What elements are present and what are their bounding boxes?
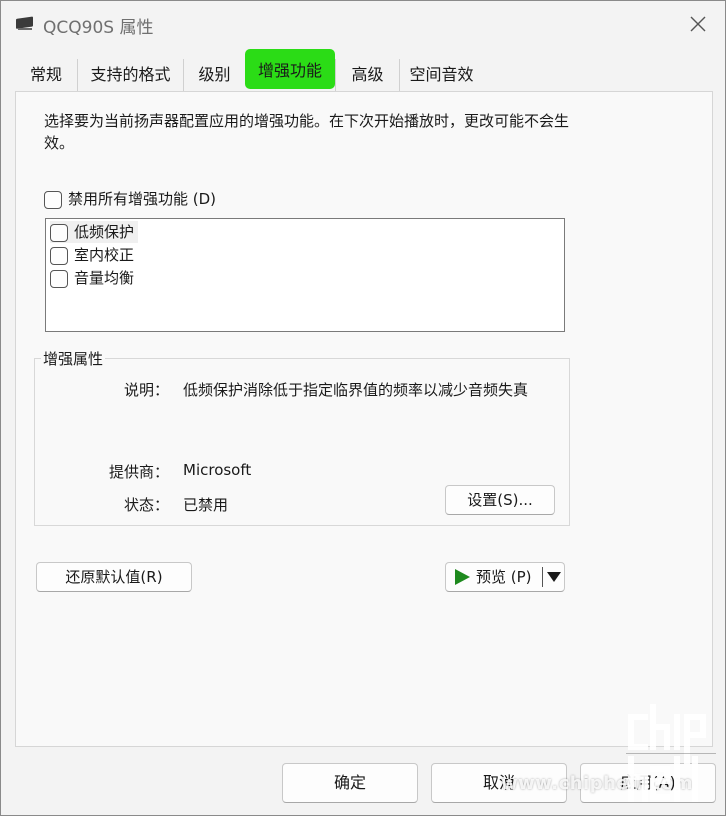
preview-label: 预览 (P) (476, 568, 532, 586)
enhancement-properties-group: 增强属性 说明： 低频保护消除低于指定临界值的频率以减少音频失真 提供商： Mi… (34, 348, 570, 526)
group-title: 增强属性 (41, 348, 106, 369)
list-item-label: 室内校正 (74, 246, 135, 264)
enhancements-panel: 选择要为当前扬声器配置应用的增强功能。在下次开始播放时，更改可能不会生效。 禁用… (15, 91, 713, 747)
description-value: 低频保护消除低于指定临界值的频率以减少音频失真 (183, 381, 529, 399)
status-value: 已禁用 (183, 496, 229, 514)
list-item-bass-management[interactable]: 低频保护 (50, 221, 139, 243)
tab-levels[interactable]: 级别 (183, 59, 245, 91)
list-item-label: 低频保护 (74, 223, 135, 241)
loudness-equalization-checkbox[interactable] (50, 269, 68, 288)
list-item-room-correction[interactable]: 室内校正 (50, 244, 138, 266)
tab-general[interactable]: 常规 (15, 59, 77, 91)
speaker-device-icon (16, 16, 33, 30)
apply-button[interactable]: 应用(A) (580, 763, 716, 803)
ok-button[interactable]: 确定 (282, 763, 418, 803)
title-bar[interactable]: QCQ90S 属性 (1, 1, 725, 49)
disable-all-enhancements[interactable]: 禁用所有增强功能 (D) (44, 188, 216, 210)
settings-button[interactable]: 设置(S)... (445, 485, 555, 515)
provider-value: Microsoft (183, 461, 252, 479)
disable-all-label: 禁用所有增强功能 (D) (68, 190, 217, 208)
restore-defaults-button[interactable]: 还原默认值(R) (36, 562, 192, 592)
play-icon (455, 569, 470, 585)
list-item-label: 音量均衡 (74, 269, 135, 287)
tab-enhancements[interactable]: 增强功能 (245, 49, 335, 89)
preview-split-button[interactable]: 预览 (P) (445, 562, 565, 592)
enhancements-description: 选择要为当前扬声器配置应用的增强功能。在下次开始播放时，更改可能不会生效。 (44, 112, 570, 152)
properties-dialog: QCQ90S 属性 常规 支持的格式 级别 增强功能 高级 空间音效 选择要为当… (0, 0, 726, 816)
enhancements-list[interactable]: 低频保护 室内校正 音量均衡 (45, 218, 565, 332)
tab-advanced[interactable]: 高级 (335, 59, 399, 91)
disable-all-checkbox[interactable] (44, 190, 62, 209)
description-label: 说明： (123, 381, 169, 399)
split-divider (542, 567, 543, 587)
window-title: QCQ90S 属性 (43, 18, 154, 38)
chevron-down-icon[interactable] (546, 571, 562, 583)
bass-management-checkbox[interactable] (50, 223, 68, 242)
list-item-loudness-equalization[interactable]: 音量均衡 (50, 267, 138, 289)
cancel-button[interactable]: 取消 (431, 763, 567, 803)
room-correction-checkbox[interactable] (50, 246, 68, 265)
tab-strip: 常规 支持的格式 级别 增强功能 高级 空间音效 (15, 49, 715, 91)
tab-supported-formats[interactable]: 支持的格式 (77, 59, 183, 91)
preview-button[interactable]: 预览 (P) (446, 563, 542, 591)
status-label: 状态： (123, 496, 169, 514)
provider-label: 提供商： (108, 463, 169, 481)
tab-spatial-sound[interactable]: 空间音效 (399, 59, 483, 91)
close-icon[interactable] (685, 11, 711, 37)
